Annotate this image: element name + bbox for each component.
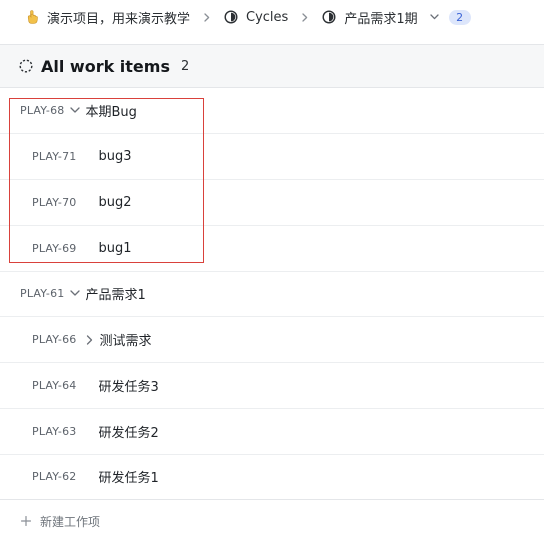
work-item-key: PLAY-66 — [32, 333, 77, 346]
list-item[interactable]: PLAY-70 bug2 — [0, 180, 544, 226]
list-item[interactable]: PLAY-64 研发任务3 — [0, 363, 544, 409]
work-item-key: PLAY-61 — [20, 287, 65, 300]
cycle-icon — [224, 10, 238, 24]
cycle-count-badge: 2 — [448, 9, 471, 25]
breadcrumb-cycles-label: Cycles — [246, 9, 289, 25]
breadcrumb-project-label: 演示项目，用来演示教学 — [47, 11, 191, 27]
work-item-key: PLAY-69 — [32, 242, 77, 255]
chevron-down-icon[interactable] — [70, 289, 81, 299]
breadcrumb: 演示项目，用来演示教学 Cycles 产品需求1期 2 — [0, 0, 544, 34]
chevron-right-icon — [301, 12, 309, 22]
work-item-title: 测试需求 — [99, 334, 152, 349]
list-item[interactable]: PLAY-66 测试需求 — [0, 317, 544, 363]
work-item-title: 研发任务1 — [98, 471, 159, 486]
work-items-header: All work items 2 — [0, 44, 544, 88]
work-item-key: PLAY-68 — [20, 104, 65, 117]
work-item-title: 本期Bug — [85, 105, 137, 120]
work-item-title: 产品需求1 — [85, 288, 146, 303]
work-item-key: PLAY-62 — [32, 470, 77, 483]
page-title: All work items — [41, 56, 170, 76]
new-work-item-button[interactable]: 新建工作项 — [0, 499, 544, 542]
new-work-item-label: 新建工作项 — [40, 514, 101, 529]
list-item[interactable]: PLAY-63 研发任务2 — [0, 409, 544, 455]
chevron-down-icon[interactable] — [70, 106, 81, 116]
work-item-key: PLAY-70 — [32, 196, 77, 209]
list-item[interactable]: PLAY-68 本期Bug — [0, 88, 544, 134]
breadcrumb-cycle-label: 产品需求1期 — [344, 11, 418, 27]
work-item-key: PLAY-64 — [32, 379, 77, 392]
work-item-title: 研发任务3 — [98, 380, 159, 395]
list-item[interactable]: PLAY-71 bug3 — [0, 134, 544, 180]
list-item[interactable]: PLAY-62 研发任务1 — [0, 454, 544, 500]
plus-icon — [21, 516, 31, 526]
work-item-title: bug3 — [98, 149, 132, 164]
hand-icon — [25, 10, 39, 24]
chevron-right-icon[interactable] — [84, 334, 94, 345]
work-item-key: PLAY-71 — [32, 150, 77, 163]
work-items-count: 2 — [180, 58, 190, 74]
list-item[interactable]: PLAY-69 bug1 — [0, 226, 544, 272]
chevron-down-icon — [430, 14, 440, 20]
breadcrumb-cycles[interactable]: Cycles — [224, 10, 288, 25]
dashed-circle-icon — [19, 59, 33, 73]
cycle-icon — [322, 10, 336, 24]
work-item-key: PLAY-63 — [32, 425, 77, 438]
list-item[interactable]: PLAY-61 产品需求1 — [0, 271, 544, 317]
chevron-right-icon — [203, 12, 211, 22]
breadcrumb-cycle-dropdown[interactable]: 产品需求1期 2 — [322, 8, 471, 27]
breadcrumb-project[interactable]: 演示项目，用来演示教学 — [25, 8, 190, 27]
work-item-title: 研发任务2 — [98, 426, 159, 441]
work-item-title: bug1 — [98, 241, 132, 256]
work-item-title: bug2 — [98, 195, 132, 210]
